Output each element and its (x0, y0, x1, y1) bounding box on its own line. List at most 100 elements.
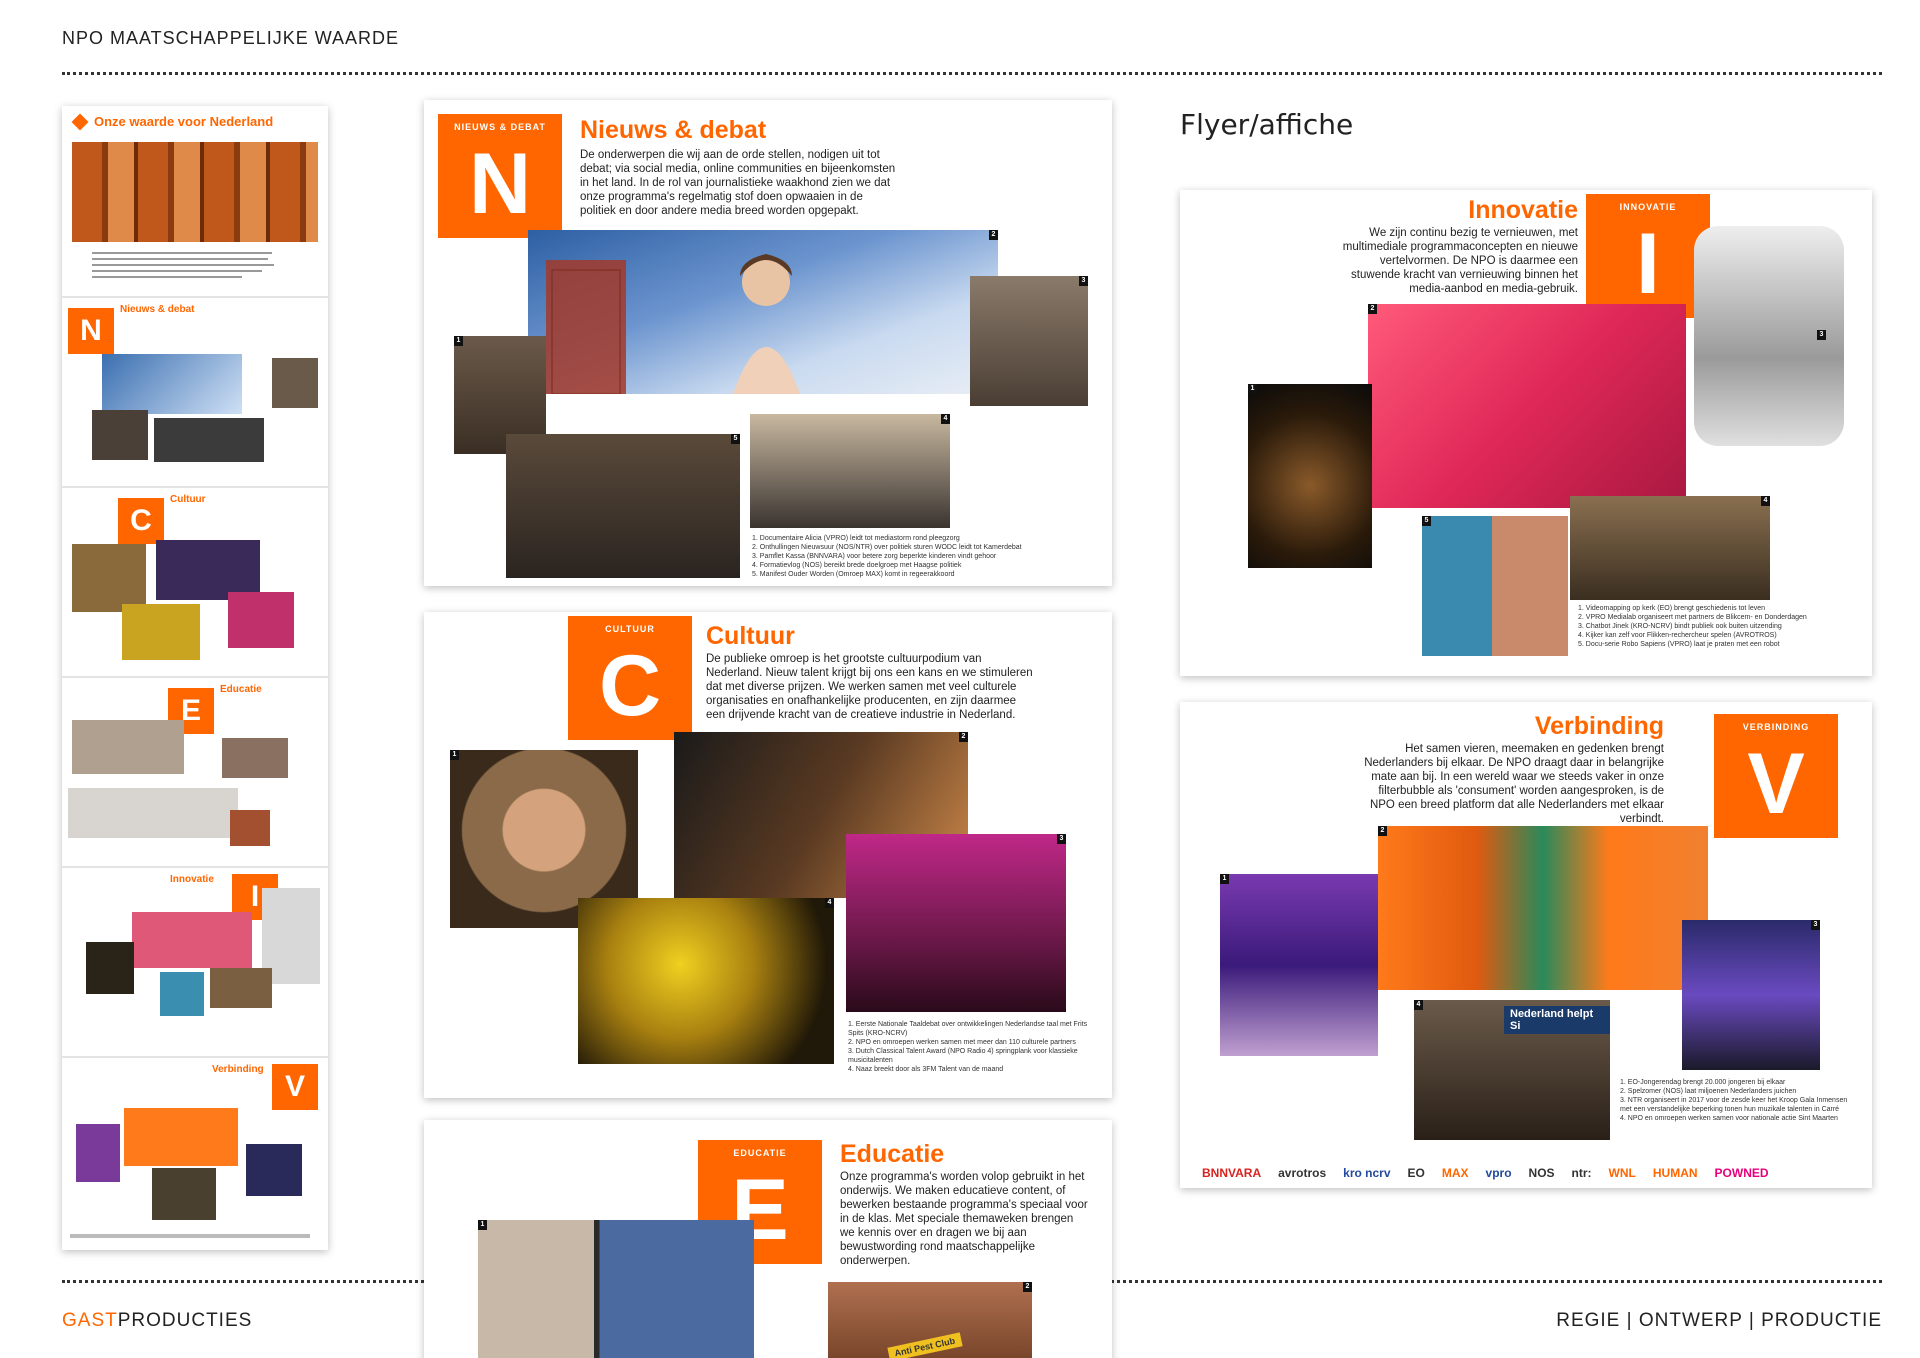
page-header-title: NPO MAATSCHAPPELIJKE WAARDE (62, 28, 400, 48)
logo-max: MAX (1441, 1166, 1469, 1180)
thumb-photo (72, 720, 184, 774)
orange-diamond-icon (71, 113, 89, 131)
thumb-photo (156, 540, 260, 600)
brand-rest: PRODUCTIES (117, 1310, 253, 1331)
caption-line: 1. Eerste Nationale Taaldebat over ontwi… (848, 1021, 1088, 1037)
innovatie-tag: INNOVATIE (1619, 202, 1677, 212)
page-verbinding[interactable]: Verbinding Het samen vieren, meemaken en… (1180, 702, 1872, 1188)
broadcaster-logos: BNNVARA avrotros kro ncrv EO MAX vpro NO… (1202, 1166, 1769, 1180)
formatievlog-photo: 4 (750, 414, 950, 528)
thumb-photo (92, 410, 148, 460)
thumb-section-label: Cultuur (170, 494, 206, 505)
nieuws-title: Nieuws & debat (580, 116, 767, 144)
thumb-photo (152, 1168, 216, 1220)
kassa-photo: 3 (970, 276, 1088, 406)
thumb-section-innovatie: Innovatie I (62, 866, 328, 1054)
kroop-gala-photo: 3 (1682, 920, 1820, 1070)
top-dotted-divider (62, 72, 1882, 75)
videomapping-photo: 1 (1248, 384, 1372, 568)
thumb-photo (72, 544, 146, 612)
verbinding-tag: VERBINDING (1742, 722, 1810, 732)
footer-brand: GASTPRODUCTIES (62, 1310, 252, 1332)
caption-line: 3. Pamflet Kassa (BNNVARA) voor betere z… (752, 553, 997, 560)
thumb-photo (68, 788, 238, 838)
photo-number: 2 (1368, 304, 1377, 314)
page-innovatie[interactable]: Innovatie We zijn continu bezig te verni… (1180, 190, 1872, 676)
photo-number: 4 (825, 898, 834, 908)
page-nieuws-debat[interactable]: NIEUWS & DEBAT N Nieuws & debat De onder… (424, 100, 1112, 586)
thumb-photo (102, 354, 242, 414)
logo-eo: EO (1407, 1166, 1425, 1180)
studio-graphic (546, 254, 800, 394)
brand-accent: GAST (62, 1310, 118, 1331)
news-studio-photo: 2 (528, 230, 998, 394)
intro-text-line (92, 258, 268, 260)
nieuws-tag: NIEUWS & DEBAT (454, 122, 546, 132)
cultuur-body: De publieke omroep is het grootste cultu… (706, 653, 1033, 721)
logo-powned: POWNED (1714, 1166, 1769, 1180)
photo-number: 4 (1761, 496, 1770, 506)
thumb-photo (210, 968, 272, 1008)
educatie-body: Onze programma's worden volop gebruikt i… (840, 1171, 1088, 1267)
thumb-section-label: Innovatie (170, 874, 214, 885)
nieuws-letter: N (468, 136, 532, 232)
anti-pest-sticker: Anti Pest Club (887, 1332, 963, 1358)
caption-line: 4. Kijker kan zelf voor Flikken-recherch… (1578, 632, 1777, 639)
verbinding-letter-block: VERBINDING V (1714, 714, 1838, 838)
page-cultuur[interactable]: CULTUUR C Cultuur De publieke omroep is … (424, 612, 1112, 1098)
photo-number: 1 (1248, 384, 1257, 394)
photo-number: 3 (1817, 330, 1826, 340)
photo-number: 2 (1023, 1282, 1032, 1292)
thumb-logo-strip (70, 1234, 310, 1238)
nieuws-captions: 1. Documentaire Alicia (VPRO) leidt tot … (752, 534, 1052, 579)
thumb-photo (160, 972, 204, 1016)
thumb-section-nieuws: N Nieuws & debat (62, 296, 328, 484)
verbinding-title: Verbinding (1534, 712, 1664, 740)
innovatie-letter-block: INNOVATIE I (1586, 194, 1710, 318)
manifest-photo: 5 (506, 434, 740, 578)
photo-number: 3 (1057, 834, 1066, 844)
logo-vpro: vpro (1485, 1166, 1512, 1180)
logo-nos: NOS (1528, 1166, 1555, 1180)
talent-award-photo: 3 (846, 834, 1066, 1012)
educatie-tag: EDUCATIE (733, 1148, 787, 1158)
cultuur-captions: 1. Eerste Nationale Taaldebat over ontwi… (848, 1020, 1088, 1074)
caption-line: 1. Videomapping op kerk (EO) brengt gesc… (1578, 605, 1766, 612)
innovatie-captions: 1. Videomapping op kerk (EO) brengt gesc… (1578, 604, 1858, 649)
thumbnail-title: Onze waarde voor Nederland (94, 114, 274, 129)
nieuws-body: De onderwerpen die wij aan de orde stell… (580, 149, 896, 217)
thumb-letter-badge: C (118, 498, 164, 544)
logo-kroncrv: kro ncrv (1343, 1166, 1391, 1180)
caption-line: 2. Onthullingen Nieuwsuur (NOS/NTR) over… (752, 544, 1022, 551)
thumb-photo (122, 604, 200, 660)
intro-text-line (92, 276, 242, 278)
flikken-photo: 4 (1570, 496, 1770, 600)
thumb-photo (124, 1108, 238, 1166)
caption-line: 2. VPRO Medialab organiseert met partner… (1578, 614, 1807, 621)
photo-number: 1 (478, 1220, 487, 1230)
cultuur-letter-block: CULTUUR C (568, 616, 692, 740)
portraits-photo: 1 (478, 1220, 754, 1358)
robo-sapiens-photo: 5 (1422, 516, 1568, 656)
thumbnail-overview[interactable]: Onze waarde voor Nederland N Nieuws & de… (62, 106, 328, 1250)
photo-number: 1 (454, 336, 463, 346)
chatbot-faces-photo: 3 (1694, 226, 1844, 446)
caption-line: 2. Spelzomer (NOS) laat miljoenen Nederl… (1620, 1088, 1797, 1095)
sint-maarten-photo: Nederland helpt Si 4 (1414, 1000, 1610, 1140)
thumb-section-educatie: E Educatie (62, 676, 328, 864)
thumb-photo (132, 912, 252, 968)
verbinding-body: Het samen vieren, meemaken en gedenken b… (1364, 743, 1664, 825)
innovatie-body: We zijn continu bezig te vernieuwen, met… (1342, 227, 1578, 295)
thumb-photo (246, 1144, 302, 1196)
nederland-helpt-sign: Nederland helpt Si (1504, 1006, 1610, 1034)
thumb-section-verbinding: Verbinding V (62, 1056, 328, 1244)
thumb-photo (86, 942, 134, 994)
caption-line: 3. Chatbot Jinek (KRO-NCRV) bindt publie… (1578, 623, 1782, 630)
innovatie-title: Innovatie (1468, 196, 1578, 224)
thumb-section-label: Educatie (220, 684, 262, 695)
caption-line: 4. NPO en omroepen werken samen voor nat… (1620, 1115, 1838, 1122)
photo-number: 1 (450, 750, 459, 760)
spelzomer-photo: 2 (1378, 826, 1708, 990)
page-educatie[interactable]: EDUCATIE E Educatie Onze programma's wor… (424, 1120, 1112, 1358)
footer-tagline: REGIE | ONTWERP | PRODUCTIE (1556, 1310, 1882, 1331)
